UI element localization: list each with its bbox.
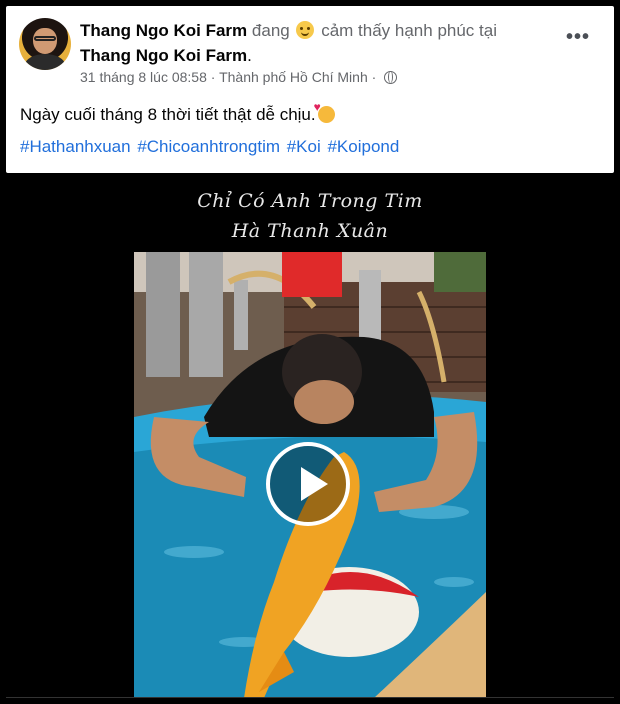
avatar-shirt: [25, 54, 65, 70]
feeling-text: cảm thấy hạnh phúc tại: [321, 21, 497, 40]
avatar[interactable]: [19, 18, 71, 70]
video-title-line-2: Hà Thanh Xuân: [231, 220, 389, 242]
place-name[interactable]: Thang Ngo Koi Farm: [80, 46, 247, 65]
avatar-face: [33, 28, 57, 54]
post-date[interactable]: 31 tháng 8 lúc 08:58: [80, 69, 207, 85]
video-title-line-1: Chỉ Có Anh Trong Tim: [197, 190, 423, 212]
meta-separator: ·: [210, 69, 216, 85]
hashtags[interactable]: #Hathanhxuan #Chicoanhtrongtim #Koi #Koi…: [20, 137, 399, 157]
more-options-button[interactable]: •••: [566, 26, 590, 49]
post-location[interactable]: Thành phố Hồ Chí Minh: [219, 69, 368, 85]
post-card: Thang Ngo Koi Farm đang cảm thấy hạnh ph…: [6, 6, 614, 173]
smiling-face-with-hearts-icon: [314, 100, 335, 123]
post-meta: 31 tháng 8 lúc 08:58 · Thành phố Hồ Chí …: [80, 69, 398, 85]
globe-icon[interactable]: [384, 71, 398, 84]
feeling-prefix: đang: [251, 21, 290, 40]
post-text: Ngày cuối tháng 8 thời tiết thật dễ chịu…: [20, 100, 335, 125]
post-header: Thang Ngo Koi Farm đang cảm thấy hạnh ph…: [80, 18, 550, 68]
post-text-content: Ngày cuối tháng 8 thời tiết thật dễ chịu…: [20, 105, 316, 124]
avatar-glasses: [34, 36, 56, 41]
meta-separator-2: ·: [371, 69, 377, 85]
author-name[interactable]: Thang Ngo Koi Farm: [80, 21, 247, 40]
place-suffix: .: [247, 46, 252, 65]
video-title-banner: Chỉ Có Anh Trong Tim Hà Thanh Xuân: [134, 180, 486, 252]
divider: [6, 697, 614, 698]
smiley-icon: [296, 21, 315, 39]
play-icon[interactable]: [266, 442, 350, 526]
